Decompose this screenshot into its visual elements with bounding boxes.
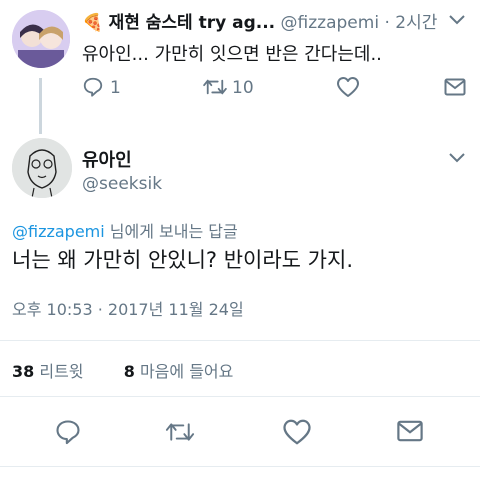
reply-to-suffix: 님에게 보내는 답글 xyxy=(104,222,238,241)
retweets-stat[interactable]: 38 리트윗 xyxy=(12,362,89,381)
parent-tweet-text: 유아인... 가만히 잇으면 반은 간다는데.. xyxy=(82,44,382,65)
parent-handle[interactable]: @fizzapemi xyxy=(281,13,380,33)
likes-count: 8 xyxy=(123,362,135,381)
heart-icon[interactable] xyxy=(336,76,360,98)
divider xyxy=(0,396,480,397)
parent-retweet-count: 10 xyxy=(232,78,254,98)
parent-author-avatar[interactable] xyxy=(12,10,70,68)
likes-stat[interactable]: 8 마음에 들어요 xyxy=(124,362,234,381)
parent-separator: · xyxy=(384,13,390,33)
reply-icon[interactable] xyxy=(82,76,104,98)
divider xyxy=(0,466,480,467)
parent-header: 🍕 재현 숨스테 try ag... @fizzapemi · 2시간 xyxy=(82,8,437,33)
envelope-icon[interactable] xyxy=(444,78,466,96)
pizza-emoji-icon: 🍕 xyxy=(82,13,104,33)
likes-label: 마음에 들어요 xyxy=(139,362,234,381)
thread-connector-line xyxy=(39,78,42,134)
retweets-label: 리트윗 xyxy=(39,362,84,381)
envelope-icon[interactable] xyxy=(396,420,424,442)
main-author-name[interactable]: 유아인 xyxy=(82,146,132,172)
reply-context: @fizzapemi 님에게 보내는 답글 xyxy=(12,218,238,242)
heart-icon[interactable] xyxy=(282,418,312,446)
parent-author-name[interactable]: 재현 숨스테 try ag... xyxy=(109,13,276,33)
main-author-avatar[interactable] xyxy=(12,138,72,198)
reply-icon[interactable] xyxy=(54,418,82,446)
parent-reply-count: 1 xyxy=(110,78,121,98)
retweet-icon[interactable] xyxy=(202,77,228,97)
main-handle[interactable]: @seeksik xyxy=(82,174,162,194)
tweet-stats: 38 리트윗 8 마음에 들어요 xyxy=(12,358,233,382)
main-tweet-text: 너는 왜 가만히 안있니? 반이라도 가지. xyxy=(12,248,353,272)
chevron-down-icon[interactable] xyxy=(448,152,466,164)
chevron-down-icon[interactable] xyxy=(448,14,466,26)
reply-to-handle-link[interactable]: @fizzapemi xyxy=(12,222,105,241)
parent-time[interactable]: 2시간 xyxy=(395,13,437,33)
retweets-count: 38 xyxy=(12,362,35,381)
retweet-icon[interactable] xyxy=(164,420,196,444)
divider xyxy=(0,340,480,341)
main-tweet-timestamp[interactable]: 오후 10:53 · 2017년 11월 24일 xyxy=(12,296,244,320)
